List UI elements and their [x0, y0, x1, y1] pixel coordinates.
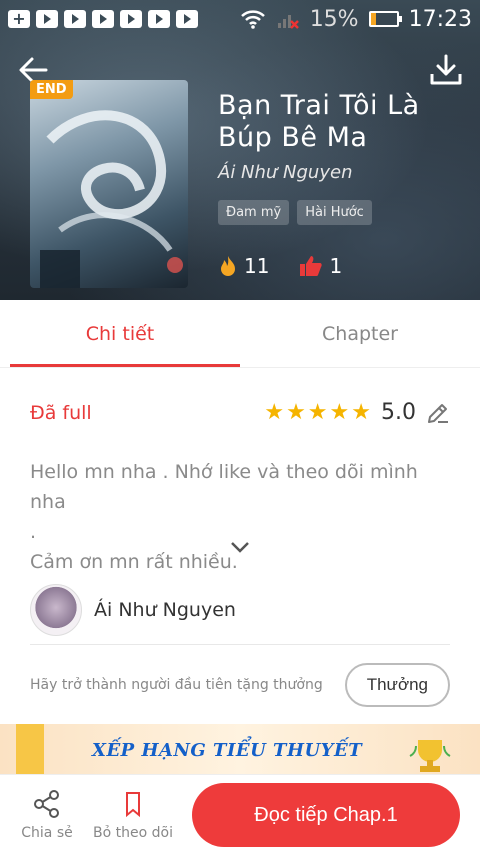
genre-tag[interactable]: Đam mỹ [218, 200, 290, 225]
tab-chapter[interactable]: Chapter [240, 300, 480, 367]
tab-bar: Chi tiết Chapter [0, 300, 480, 368]
book-author[interactable]: Ái Như Nguyen [218, 162, 352, 183]
author-name: Ái Như Nguyen [94, 598, 236, 621]
book-stats: 11 1 [218, 254, 342, 278]
battery-icon [368, 11, 402, 27]
download-icon[interactable] [428, 52, 464, 88]
star-icon: ★ [264, 399, 285, 425]
share-label: Chia sẻ [21, 824, 73, 841]
share-icon [34, 789, 59, 818]
trophy-icon [409, 740, 451, 772]
star-icon: ★ [286, 399, 306, 425]
status-bar: + 15% 17:23 [0, 0, 480, 38]
banner-text: XẾP HẠNG TIỂU THUYẾT [92, 740, 363, 761]
continue-reading-button[interactable]: Đọc tiếp Chap.1 [192, 783, 460, 847]
reward-row: Hãy trở thành người đầu tiên tặng thưởng… [30, 660, 450, 710]
bookmark-icon [126, 791, 140, 817]
youtube-notification-icon [176, 10, 198, 28]
tab-details[interactable]: Chi tiết [0, 300, 240, 367]
author-avatar [30, 583, 82, 636]
ranking-banner[interactable]: XẾP HẠNG TIỂU THUYẾT [0, 724, 480, 774]
image-notification-icon [36, 10, 58, 28]
wifi-icon [240, 10, 265, 29]
rating-score: 5.0 [381, 400, 416, 425]
youtube-notification-icon [120, 10, 142, 28]
views-stat: 11 [218, 254, 269, 278]
battery-percent: 15% [309, 6, 359, 32]
signal-icon [277, 15, 299, 29]
likes-stat: 1 [299, 254, 342, 278]
unfollow-button[interactable]: Bỏ theo dõi [90, 789, 176, 841]
youtube-notification-icon [148, 10, 170, 28]
book-cover: END [30, 80, 188, 288]
star-icon: ★ [329, 399, 350, 425]
bottom-bar: Chia sẻ Bỏ theo dõi Đọc tiếp Chap.1 [0, 774, 480, 854]
thumbs-up-icon [300, 256, 323, 276]
ribbon-decoration [16, 724, 44, 774]
add-notification-icon: + [8, 10, 30, 28]
views-count: 11 [244, 254, 270, 278]
fire-icon [221, 256, 235, 276]
genre-tags: Đam mỹ Hài Hước [218, 200, 372, 225]
star-icon: ★ [307, 399, 328, 425]
reward-prompt: Hãy trở thành người đầu tiên tặng thưởng [30, 677, 323, 693]
completion-status: Đã full [30, 401, 92, 424]
end-badge: END [30, 80, 73, 99]
book-title: Bạn Trai Tôi Là Búp Bê Ma [218, 90, 420, 153]
unfollow-label: Bỏ theo dõi [93, 824, 173, 841]
chevron-down-icon[interactable] [230, 540, 250, 554]
author-row[interactable]: Ái Như Nguyen [30, 575, 450, 645]
description-line: Hello mn nha . Nhớ like và theo dõi mình… [30, 461, 418, 513]
youtube-notification-icon [92, 10, 114, 28]
reward-button[interactable]: Thưởng [344, 663, 450, 707]
clock: 17:23 [408, 6, 472, 32]
star-icon: ★ [351, 399, 371, 425]
book-header: + 15% 17:23 END Bạn Trai Tôi Là Búp Bê M… [0, 0, 480, 300]
genre-tag[interactable]: Hài Hước [297, 200, 372, 225]
share-button[interactable]: Chia sẻ [4, 789, 90, 841]
edit-pencil-icon[interactable] [426, 401, 450, 425]
description: Hello mn nha . Nhớ like và theo dõi mình… [30, 457, 450, 577]
dragon-illustration [40, 110, 183, 288]
likes-count: 1 [329, 254, 343, 278]
youtube-notification-icon [64, 10, 86, 28]
rating: ★ ★ ★ ★ ★ 5.0 [264, 400, 450, 425]
